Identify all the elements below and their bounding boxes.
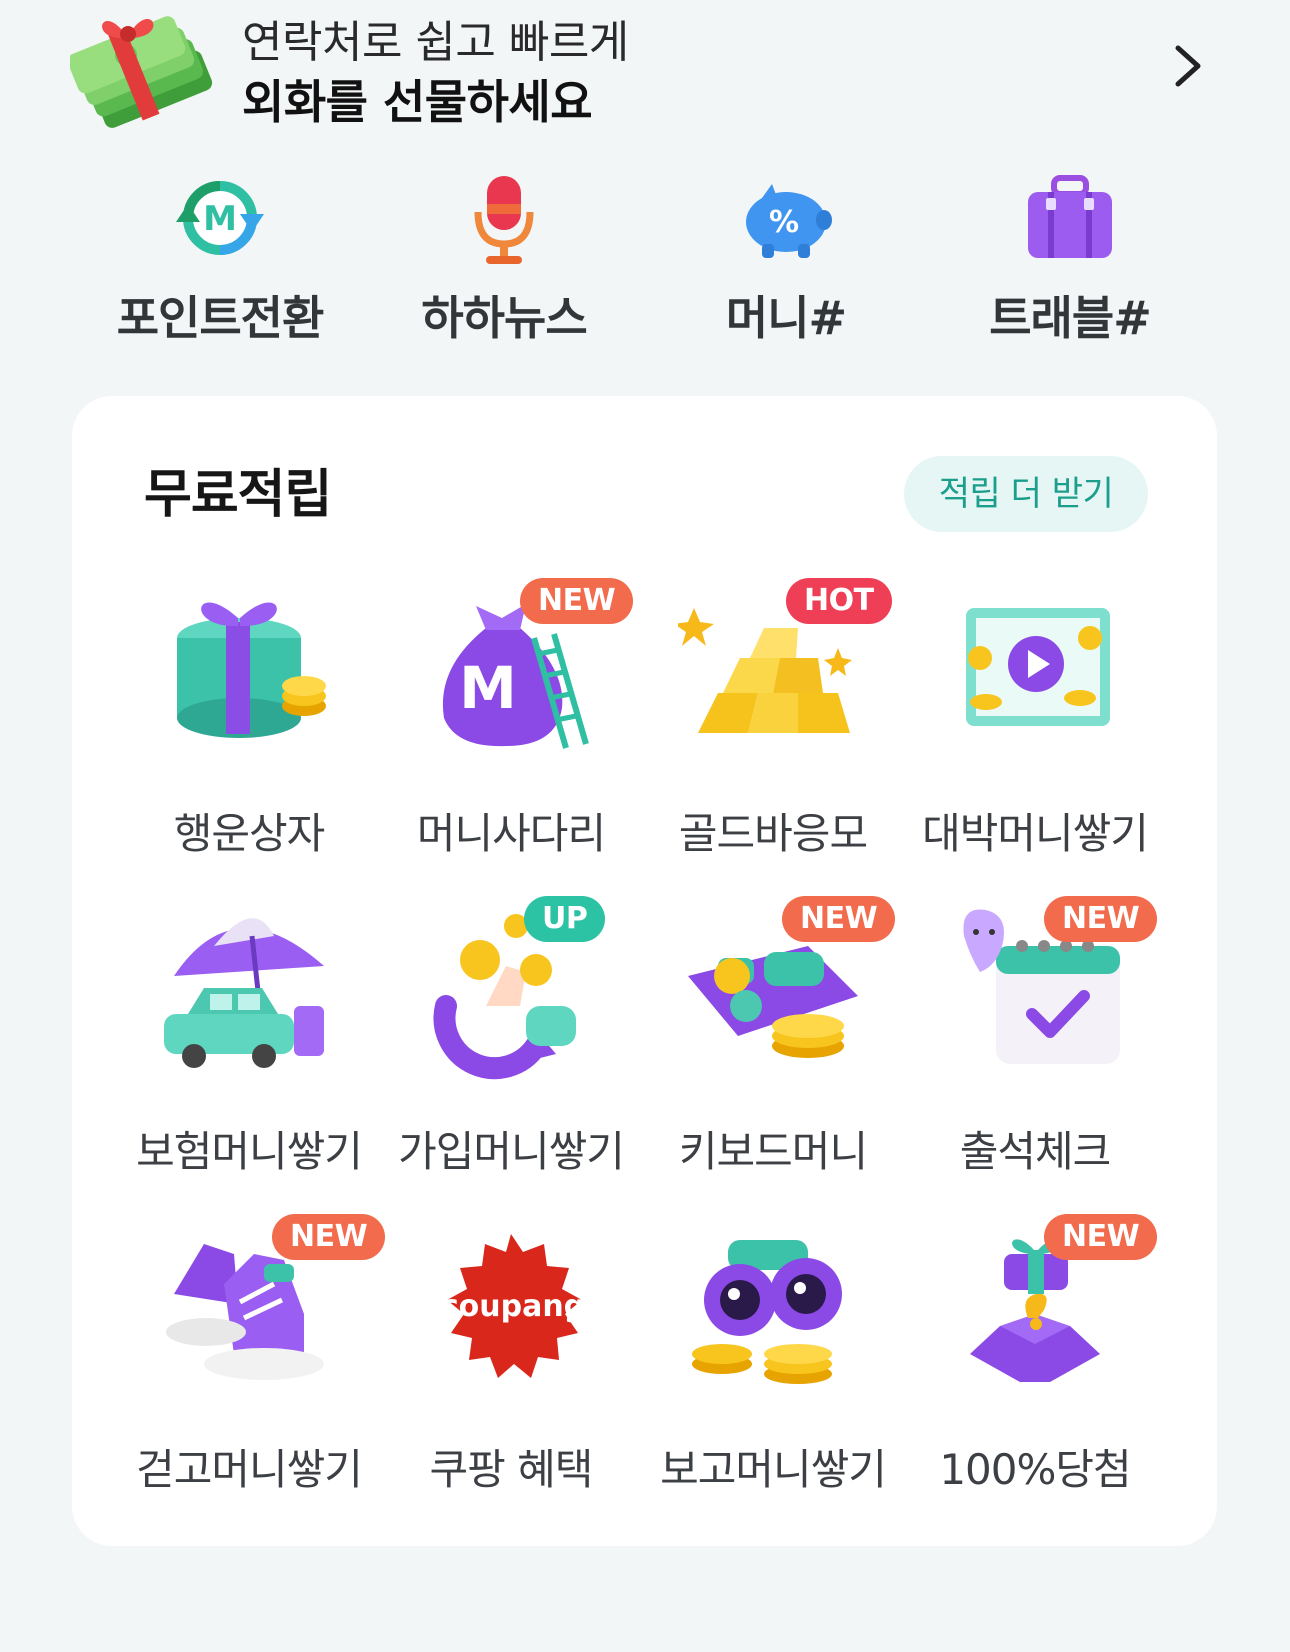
hot-badge: HOT bbox=[786, 578, 892, 624]
umbrella-car-icon bbox=[164, 918, 324, 1068]
piggy-bank-icon: % bbox=[746, 184, 832, 258]
svg-text:M: M bbox=[203, 199, 237, 239]
binoculars-icon bbox=[692, 1240, 842, 1384]
new-badge: NEW bbox=[1044, 896, 1158, 942]
reward-item-lucky-box[interactable]: 행운상자 bbox=[118, 578, 380, 878]
reward-label: 출석체크 bbox=[959, 1127, 1112, 1176]
gift-box-icon bbox=[177, 602, 326, 738]
quick-travel-sharp[interactable]: 트래블# bbox=[940, 170, 1200, 360]
reward-item-jackpot-money[interactable]: 대박머니쌓기 bbox=[904, 578, 1166, 878]
coupang-logo-text: coupang bbox=[441, 1289, 585, 1324]
reward-label: 걷고머니쌓기 bbox=[136, 1445, 363, 1494]
quick-money-sharp[interactable]: % 머니# bbox=[656, 170, 916, 360]
quick-point-exchange[interactable]: M 포인트전환 bbox=[90, 170, 350, 360]
reward-label: 키보드머니 bbox=[678, 1127, 868, 1176]
reward-label: 보험머니쌓기 bbox=[136, 1127, 363, 1176]
money-gift-icon bbox=[70, 16, 213, 128]
quick-label-haha-news: 하하뉴스 bbox=[421, 291, 587, 345]
svg-text:M: M bbox=[459, 654, 517, 722]
free-points-card: 무료적립 적립 더 받기 행운상자 M NEW 머니사다리 HOT 골드바응모 … bbox=[72, 396, 1217, 1546]
earn-more-button[interactable]: 적립 더 받기 bbox=[904, 456, 1148, 532]
coupang-logo-icon: coupang bbox=[441, 1234, 585, 1378]
point-exchange-icon: M bbox=[176, 181, 264, 255]
reward-item-attendance[interactable]: NEW 출석체크 bbox=[904, 896, 1166, 1196]
suitcase-icon bbox=[1028, 175, 1112, 258]
up-badge: UP bbox=[524, 896, 606, 942]
reward-item-money-ladder[interactable]: M NEW 머니사다리 bbox=[380, 578, 642, 878]
reward-item-view-money[interactable]: 보고머니쌓기 bbox=[642, 1214, 904, 1514]
microphone-icon bbox=[474, 176, 534, 264]
quick-menu: M 포인트전환 하하뉴스 % 머니# 트래블# bbox=[0, 170, 1290, 370]
quick-haha-news[interactable]: 하하뉴스 bbox=[374, 170, 634, 360]
reward-label: 골드바응모 bbox=[678, 809, 868, 858]
gift-currency-banner[interactable]: 연락처로 쉽고 빠르게 외화를 선물하세요 bbox=[0, 0, 1290, 150]
banner-subtitle: 연락처로 쉽고 빠르게 bbox=[242, 17, 629, 68]
new-badge: NEW bbox=[1044, 1214, 1158, 1260]
reward-item-100-percent-win[interactable]: NEW 100%당첨 bbox=[904, 1214, 1166, 1514]
reward-item-walk-money[interactable]: NEW 걷고머니쌓기 bbox=[118, 1214, 386, 1514]
chevron-right-icon[interactable] bbox=[1170, 42, 1206, 90]
reward-label: 100%당첨 bbox=[939, 1445, 1131, 1494]
video-play-icon bbox=[966, 608, 1110, 726]
banner-title: 외화를 선물하세요 bbox=[242, 75, 593, 129]
quick-label-travel-sharp: 트래블# bbox=[989, 291, 1152, 345]
reward-item-signup-money[interactable]: UP 가입머니쌓기 bbox=[380, 896, 642, 1196]
reward-item-keyboard-money[interactable]: NEW 키보드머니 bbox=[642, 896, 904, 1196]
reward-label: 보고머니쌓기 bbox=[660, 1445, 887, 1494]
reward-item-gold-bar[interactable]: HOT 골드바응모 bbox=[642, 578, 904, 878]
reward-label: 행운상자 bbox=[173, 809, 326, 858]
section-title: 무료적립 bbox=[144, 465, 332, 525]
reward-label: 머니사다리 bbox=[416, 809, 606, 858]
new-badge: NEW bbox=[520, 578, 634, 624]
quick-label-point-exchange: 포인트전환 bbox=[116, 291, 325, 345]
new-badge: NEW bbox=[782, 896, 896, 942]
reward-label: 대박머니쌓기 bbox=[922, 809, 1149, 858]
reward-item-insurance-money[interactable]: 보험머니쌓기 bbox=[118, 896, 380, 1196]
svg-text:%: % bbox=[769, 205, 799, 240]
reward-label: 가입머니쌓기 bbox=[398, 1127, 625, 1176]
reward-label: 쿠팡 혜택 bbox=[429, 1445, 594, 1494]
quick-label-money-sharp: 머니# bbox=[725, 291, 847, 345]
reward-item-coupang[interactable]: coupang 쿠팡 혜택 bbox=[380, 1214, 642, 1514]
new-badge: NEW bbox=[272, 1214, 386, 1260]
